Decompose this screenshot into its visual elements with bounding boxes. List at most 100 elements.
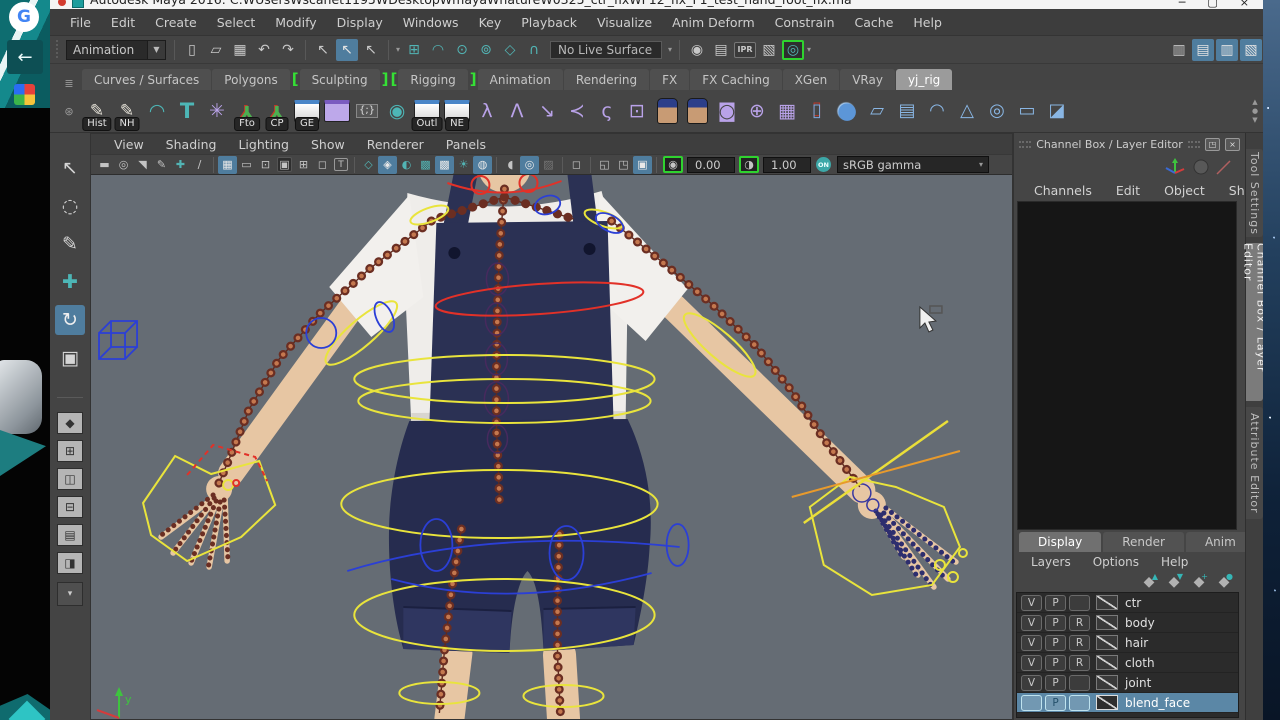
- layer-editor-menu-layers[interactable]: Layers: [1020, 555, 1082, 569]
- multisample-toggle-icon[interactable]: ▨: [539, 156, 558, 174]
- layout-single-pane[interactable]: ◆: [57, 412, 83, 434]
- layer-row-hair[interactable]: VPRhair: [1017, 633, 1238, 653]
- layer-row-joint[interactable]: VPjoint: [1017, 673, 1238, 693]
- menu-set-dropdown[interactable]: Animation ▼: [66, 40, 166, 60]
- layout-persp-graph[interactable]: ⊟: [57, 496, 83, 518]
- smooth-shade-all-icon[interactable]: ◈: [378, 156, 397, 174]
- layout-more-button[interactable]: ▾: [57, 582, 83, 606]
- shelf-tab-fx-caching[interactable]: FX Caching: [690, 69, 781, 90]
- scale-tool[interactable]: ▣: [55, 343, 85, 373]
- float-panel-icon[interactable]: ◳: [1205, 138, 1220, 151]
- select-by-object-icon[interactable]: ↖: [336, 39, 358, 61]
- layer-render-toggle[interactable]: R: [1069, 635, 1090, 651]
- layer-render-toggle[interactable]: R: [1069, 655, 1090, 671]
- text-tool-icon[interactable]: T: [172, 91, 202, 131]
- modeling-toolkit-toggle-icon[interactable]: ▥: [1168, 39, 1190, 61]
- layer-visibility-toggle[interactable]: V: [1021, 615, 1042, 631]
- render-current-frame-icon[interactable]: ▤: [710, 39, 732, 61]
- field-chart-icon[interactable]: ⊞: [294, 156, 313, 174]
- layer-row-body[interactable]: VPRbody: [1017, 613, 1238, 633]
- close-button[interactable]: ×: [1240, 0, 1249, 9]
- bind-skin-icon[interactable]: ◙: [712, 91, 742, 131]
- maximize-button[interactable]: ▢: [1207, 0, 1217, 9]
- open-scene-icon[interactable]: ▱: [205, 39, 227, 61]
- safe-action-icon[interactable]: ◻: [313, 156, 332, 174]
- image-plane-toggle-icon[interactable]: ▣: [633, 156, 652, 174]
- layer-visibility-toggle[interactable]: [1021, 695, 1042, 711]
- bend-deformer-icon[interactable]: ▱: [862, 91, 892, 131]
- layout-hypergraph-persp[interactable]: ▤: [57, 524, 83, 546]
- snap-to-curve-icon[interactable]: ◠: [427, 39, 449, 61]
- shelf-tab-sculpting[interactable]: Sculpting: [300, 69, 380, 90]
- copy-skin-weights-icon[interactable]: [682, 91, 712, 131]
- exposure-icon-icon[interactable]: ◉: [663, 156, 683, 173]
- cp-joint-icon[interactable]: YCP: [262, 91, 292, 131]
- ipr-render-icon[interactable]: IPR: [734, 42, 756, 58]
- layout-outliner-persp[interactable]: ◫: [57, 468, 83, 490]
- cluster-icon[interactable]: ⊕: [742, 91, 772, 131]
- ep-curve-tool-icon[interactable]: ◠: [142, 91, 172, 131]
- locator-icon[interactable]: ✳: [202, 91, 232, 131]
- layout-four-pane[interactable]: ⊞: [57, 440, 83, 462]
- layer-render-toggle[interactable]: [1069, 675, 1090, 691]
- camera-attributes-icon[interactable]: ◎: [114, 156, 133, 174]
- layer-render-toggle[interactable]: [1069, 595, 1090, 611]
- motion-blur-toggle-icon[interactable]: ◎: [520, 156, 539, 174]
- pane-layout-b-icon[interactable]: ◳: [614, 156, 633, 174]
- viewport-3d-canvas[interactable]: y: [91, 175, 1012, 719]
- viewport-menu-view[interactable]: View: [103, 137, 155, 152]
- textured-display-icon[interactable]: ▩: [416, 156, 435, 174]
- scroll-down-icon[interactable]: ▼: [1252, 116, 1257, 124]
- redo-icon[interactable]: ↷: [277, 39, 299, 61]
- layer-color-swatch[interactable]: [1096, 695, 1118, 710]
- use-default-material-icon[interactable]: ▩: [435, 156, 454, 174]
- grease-pencil-icon[interactable]: ✎: [152, 156, 171, 174]
- flare-deformer-icon[interactable]: △: [952, 91, 982, 131]
- side-tab-tool-settings[interactable]: Tool Settings: [1246, 149, 1263, 237]
- pencil-tool-icon[interactable]: ∕: [190, 156, 209, 174]
- shelf-gear-icon[interactable]: ⊛: [56, 105, 82, 118]
- menu-edit[interactable]: Edit: [101, 15, 145, 30]
- snap-to-view-plane-icon[interactable]: ◇: [499, 39, 521, 61]
- menu-modify[interactable]: Modify: [265, 15, 326, 30]
- statusline-grip[interactable]: [54, 40, 61, 60]
- contrast-icon-icon[interactable]: ◑: [739, 156, 759, 173]
- fto-joint-icon[interactable]: YFto: [232, 91, 262, 131]
- shelf-tab-rigging[interactable]: Rigging: [398, 69, 467, 90]
- shelf-tab-curves-surfaces[interactable]: Curves / Surfaces: [82, 69, 211, 90]
- ge-window-icon[interactable]: GE: [292, 91, 322, 131]
- layout-persp-outliner[interactable]: ◨: [57, 552, 83, 574]
- shadows-toggle-icon[interactable]: ◍: [473, 156, 492, 174]
- colorful-app-icon[interactable]: [14, 84, 35, 105]
- layer-row-cloth[interactable]: VPRcloth: [1017, 653, 1238, 673]
- lattice-deformer-icon[interactable]: ▤: [892, 91, 922, 131]
- select-tool[interactable]: ↖: [55, 153, 85, 183]
- new-scene-icon[interactable]: ▯: [181, 39, 203, 61]
- gamma-select[interactable]: sRGB gamma▾: [837, 156, 989, 173]
- side-tab-channel-box-layer-editor[interactable]: Channel Box / Layer Editor: [1246, 243, 1263, 401]
- select-by-component-icon[interactable]: ↖: [360, 39, 382, 61]
- wireframe-display-icon[interactable]: ◇: [359, 156, 378, 174]
- layer-visibility-toggle[interactable]: V: [1021, 635, 1042, 651]
- layer-color-swatch[interactable]: [1096, 635, 1118, 650]
- channel-box-menu-object[interactable]: Object: [1152, 183, 1217, 198]
- tool-settings-toggle-icon[interactable]: ▥: [1216, 39, 1238, 61]
- chevron-down-icon[interactable]: ▾: [807, 45, 811, 54]
- layer-editor-menu-help[interactable]: Help: [1150, 555, 1199, 569]
- shelf-menu-icon[interactable]: ≣: [56, 77, 82, 90]
- delete-history-icon[interactable]: ▯: [802, 91, 832, 131]
- layer-color-swatch[interactable]: [1096, 595, 1118, 610]
- history-pencil-icon[interactable]: ✎Hist: [82, 91, 112, 131]
- shelf-tab-fx[interactable]: FX: [650, 69, 689, 90]
- manipulator-icons[interactable]: [1163, 158, 1233, 176]
- isolate-select-icon[interactable]: ◻: [567, 156, 586, 174]
- menu-file[interactable]: File: [60, 15, 101, 30]
- safe-title-icon[interactable]: T: [334, 158, 348, 171]
- scroll-up-icon[interactable]: ▲: [1252, 98, 1257, 106]
- menu-cache[interactable]: Cache: [845, 15, 904, 30]
- grid-toggle-icon[interactable]: ▦: [218, 156, 237, 174]
- layer-visibility-toggle[interactable]: V: [1021, 675, 1042, 691]
- shelf-tab-xgen[interactable]: XGen: [783, 69, 840, 90]
- viewport-menu-renderer[interactable]: Renderer: [356, 137, 435, 152]
- node-editor-window-icon[interactable]: NE: [442, 91, 472, 131]
